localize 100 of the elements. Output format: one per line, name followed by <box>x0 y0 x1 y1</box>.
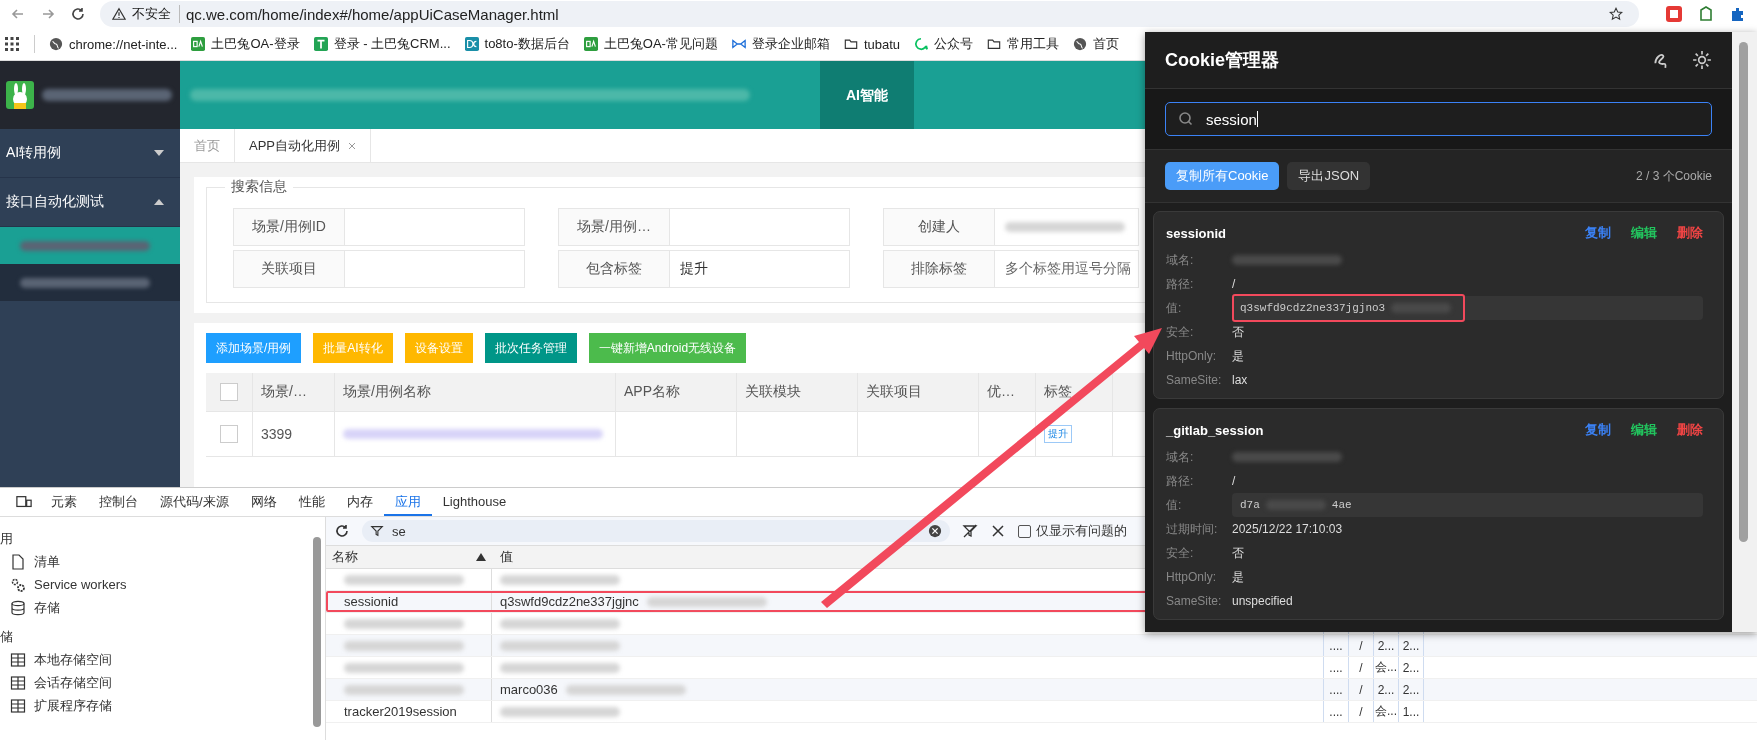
action-link[interactable]: 编辑 <box>1631 421 1657 439</box>
action-button[interactable]: 批次任务管理 <box>484 333 577 363</box>
field-value: / <box>1232 277 1236 291</box>
field-value: 提升 <box>680 260 708 278</box>
column-header: 关联模块 <box>737 373 858 411</box>
action-link[interactable]: 复制 <box>1585 224 1611 242</box>
field-value: unspecified <box>1232 594 1293 608</box>
apps-grid-icon[interactable] <box>4 36 20 52</box>
table-icon <box>10 674 26 691</box>
bookmark[interactable]: to8to-数据后台 <box>464 35 570 53</box>
action-link[interactable]: 删除 <box>1677 224 1703 242</box>
action-link[interactable]: 删除 <box>1677 421 1703 439</box>
reload-icon[interactable] <box>70 6 86 22</box>
table-icon <box>10 651 26 668</box>
field-value: 是 <box>1232 568 1244 586</box>
devtools-tab[interactable]: 控制台 <box>88 488 149 516</box>
field-label: 域名: <box>1166 448 1195 466</box>
devtools-tab[interactable]: 网络 <box>239 488 288 516</box>
bookmark[interactable]: 常用工具 <box>987 35 1060 53</box>
refresh-icon[interactable] <box>334 523 350 539</box>
bookmark[interactable]: 登录企业邮箱 <box>731 35 830 53</box>
cookie-count: 2 / 3 个Cookie <box>1635 167 1712 185</box>
tree-item[interactable]: 储 <box>0 625 13 648</box>
popup-button[interactable]: 导出JSON <box>1287 162 1371 190</box>
table-cell: 3399 <box>253 412 335 456</box>
scrollbar[interactable] <box>1732 32 1757 632</box>
bookmark[interactable]: 公众号 <box>914 35 974 53</box>
field-label: 路径: <box>1166 275 1195 293</box>
field-label: 域名: <box>1166 251 1195 269</box>
column-header: APP名称 <box>616 373 737 411</box>
devtools-tab[interactable]: 性能 <box>287 488 336 516</box>
rabbit-logo-icon <box>6 81 34 109</box>
search-field[interactable]: 包含标签 提升 <box>558 250 850 288</box>
t-logo-icon <box>313 37 328 51</box>
checkbox[interactable] <box>220 383 238 401</box>
checkbox-option[interactable]: 仅显示有问题的 <box>1018 522 1127 540</box>
tree-item[interactable]: 本地存储空间 <box>0 648 112 671</box>
bookmark[interactable]: 土巴兔OA-登录 <box>191 35 300 53</box>
column-header: 场景/用例名称 <box>335 373 616 411</box>
bookmark[interactable]: 首页 <box>1073 35 1120 53</box>
table-cell: 会... <box>1375 659 1397 676</box>
address-bar[interactable]: 不安全 qc.we.com/home/index#/home/appUiCaseManager.html <box>100 1 1639 27</box>
file-icon <box>10 553 26 570</box>
bookmark[interactable]: 登录 - 土巴兔CRM... <box>313 35 451 53</box>
globe-icon <box>1073 37 1088 51</box>
devtools-tab[interactable]: 内存 <box>335 488 384 516</box>
devtools-tab[interactable]: Lighthouse <box>431 488 518 516</box>
sun-icon[interactable] <box>1692 50 1712 70</box>
search-field[interactable]: 场景/用例… <box>558 208 850 246</box>
extension-icon[interactable] <box>1665 5 1683 23</box>
action-link[interactable]: 复制 <box>1585 421 1611 439</box>
tree-item[interactable]: 会话存储空间 <box>0 671 112 694</box>
oa-logo-icon <box>583 37 598 51</box>
table-cell: .... <box>1329 704 1343 719</box>
devtools-tab[interactable]: 源代码/来源 <box>149 488 240 516</box>
nav-tab[interactable]: AI智能 <box>820 61 914 129</box>
column-header[interactable]: 名称 <box>326 546 476 568</box>
bookmark[interactable]: 土巴兔OA-常见问题 <box>583 35 718 53</box>
devtools-tab[interactable]: 元素 <box>40 488 88 516</box>
clear-icon[interactable] <box>928 524 942 538</box>
filter-icon <box>370 524 384 538</box>
table-cell: q3swfd9cdz2ne337jgjnc <box>500 594 639 609</box>
close-icon[interactable] <box>990 523 1006 539</box>
tree-item[interactable]: 用 <box>0 527 13 550</box>
table-cell: .... <box>1329 638 1343 653</box>
bookmark[interactable]: chrome://net-inte... <box>49 36 178 52</box>
field-value: 否 <box>1232 544 1244 562</box>
table-icon <box>10 697 26 714</box>
search-field[interactable]: 场景/用例ID <box>233 208 525 246</box>
field-value: 是 <box>1232 347 1244 365</box>
tree-item[interactable]: 存储 <box>0 596 60 619</box>
bookmark[interactable]: tubatu <box>843 36 901 52</box>
search-field[interactable]: 排除标签 多个标签用逗号分隔 <box>883 250 1139 288</box>
database-icon <box>10 599 26 616</box>
field-value: / <box>1232 474 1236 488</box>
chat-logo-icon <box>914 37 929 51</box>
search-field[interactable]: 关联项目 <box>233 250 525 288</box>
star-icon[interactable] <box>1609 7 1623 21</box>
table-cell: 2... <box>1402 660 1420 675</box>
tree-item[interactable]: 扩展程序存储 <box>0 694 112 717</box>
field-label: HttpOnly: <box>1166 349 1217 363</box>
table-cell: tracker2019session <box>344 704 457 719</box>
code-value: q3swfd9cdz2ne337jgjno3 <box>1240 302 1386 314</box>
clear-filter-icon[interactable] <box>962 523 978 539</box>
dc-logo-icon <box>464 37 479 51</box>
search-field[interactable]: 创建人 <box>883 208 1139 246</box>
tree-item[interactable]: Service workers <box>0 573 127 596</box>
table-cell: 2... <box>1377 638 1395 653</box>
scrollbar[interactable] <box>313 537 321 727</box>
filter-field[interactable]: se <box>362 520 950 542</box>
cookie-name: _gitlab_session <box>1166 422 1265 438</box>
search-field[interactable]: session <box>1165 102 1712 136</box>
tree-item[interactable]: 清单 <box>0 550 60 573</box>
extension-icon[interactable] <box>1697 5 1715 23</box>
action-link[interactable]: 编辑 <box>1631 224 1657 242</box>
table-cell: / <box>1359 660 1363 675</box>
device-toggle-icon[interactable] <box>16 494 32 510</box>
page-tab[interactable]: APP自动化用例 <box>235 129 371 162</box>
popup-title: Cookie管理器 <box>1165 49 1280 72</box>
checkbox[interactable] <box>220 425 238 443</box>
